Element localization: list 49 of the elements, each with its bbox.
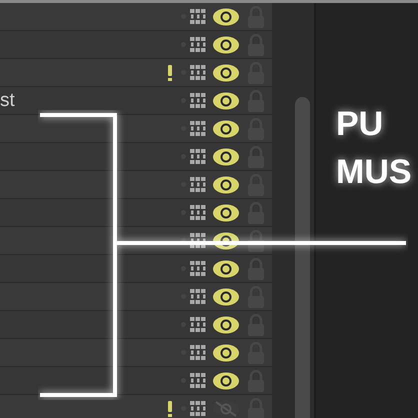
layer-row[interactable]	[0, 395, 272, 418]
layer-row[interactable]	[0, 283, 272, 311]
eye-icon[interactable]	[212, 344, 240, 362]
annotation-text: MUS	[336, 155, 412, 189]
eye-icon[interactable]	[212, 204, 240, 222]
scrollbar-thumb[interactable]	[295, 97, 310, 418]
grid-icon[interactable]	[190, 344, 206, 360]
grid-icon[interactable]	[190, 8, 206, 24]
eye-icon[interactable]	[212, 232, 240, 250]
grid-icon[interactable]	[190, 400, 206, 416]
grid-icon[interactable]	[190, 204, 206, 220]
layer-row[interactable]	[0, 339, 272, 367]
layer-row[interactable]	[0, 311, 272, 339]
lock-icon[interactable]	[248, 230, 264, 252]
layer-row[interactable]	[0, 367, 272, 395]
grid-icon[interactable]	[190, 176, 206, 192]
layer-row[interactable]	[0, 143, 272, 171]
eye-icon[interactable]	[212, 8, 240, 26]
layer-row[interactable]	[0, 171, 272, 199]
grid-icon[interactable]	[190, 316, 206, 332]
grid-icon[interactable]	[190, 372, 206, 388]
eye-icon[interactable]	[212, 316, 240, 334]
grid-icon[interactable]	[190, 64, 206, 80]
grid-icon[interactable]	[190, 92, 206, 108]
layer-row[interactable]	[0, 3, 272, 31]
layer-row[interactable]	[0, 115, 272, 143]
grid-icon[interactable]	[190, 260, 206, 276]
eye-icon[interactable]	[212, 372, 240, 390]
annotation-text: PU	[336, 107, 384, 141]
layer-row[interactable]	[0, 199, 272, 227]
grid-icon[interactable]	[190, 288, 206, 304]
layer-name: st	[0, 91, 15, 110]
eye-icon[interactable]	[212, 36, 240, 54]
layer-row[interactable]	[0, 59, 272, 87]
eye-icon[interactable]	[212, 176, 240, 194]
eye-icon[interactable]	[212, 92, 240, 110]
layer-row[interactable]	[0, 31, 272, 59]
layer-row[interactable]: st	[0, 87, 272, 115]
grid-icon[interactable]	[190, 232, 206, 248]
grid-icon[interactable]	[190, 120, 206, 136]
grid-icon[interactable]	[190, 148, 206, 164]
eye-icon[interactable]	[212, 288, 240, 306]
eye-icon[interactable]	[212, 260, 240, 278]
grid-icon[interactable]	[190, 36, 206, 52]
eye-icon[interactable]	[212, 148, 240, 166]
layer-row[interactable]	[0, 255, 272, 283]
eye-icon[interactable]	[212, 64, 240, 82]
eye-icon[interactable]	[212, 120, 240, 138]
layer-row[interactable]	[0, 227, 272, 255]
